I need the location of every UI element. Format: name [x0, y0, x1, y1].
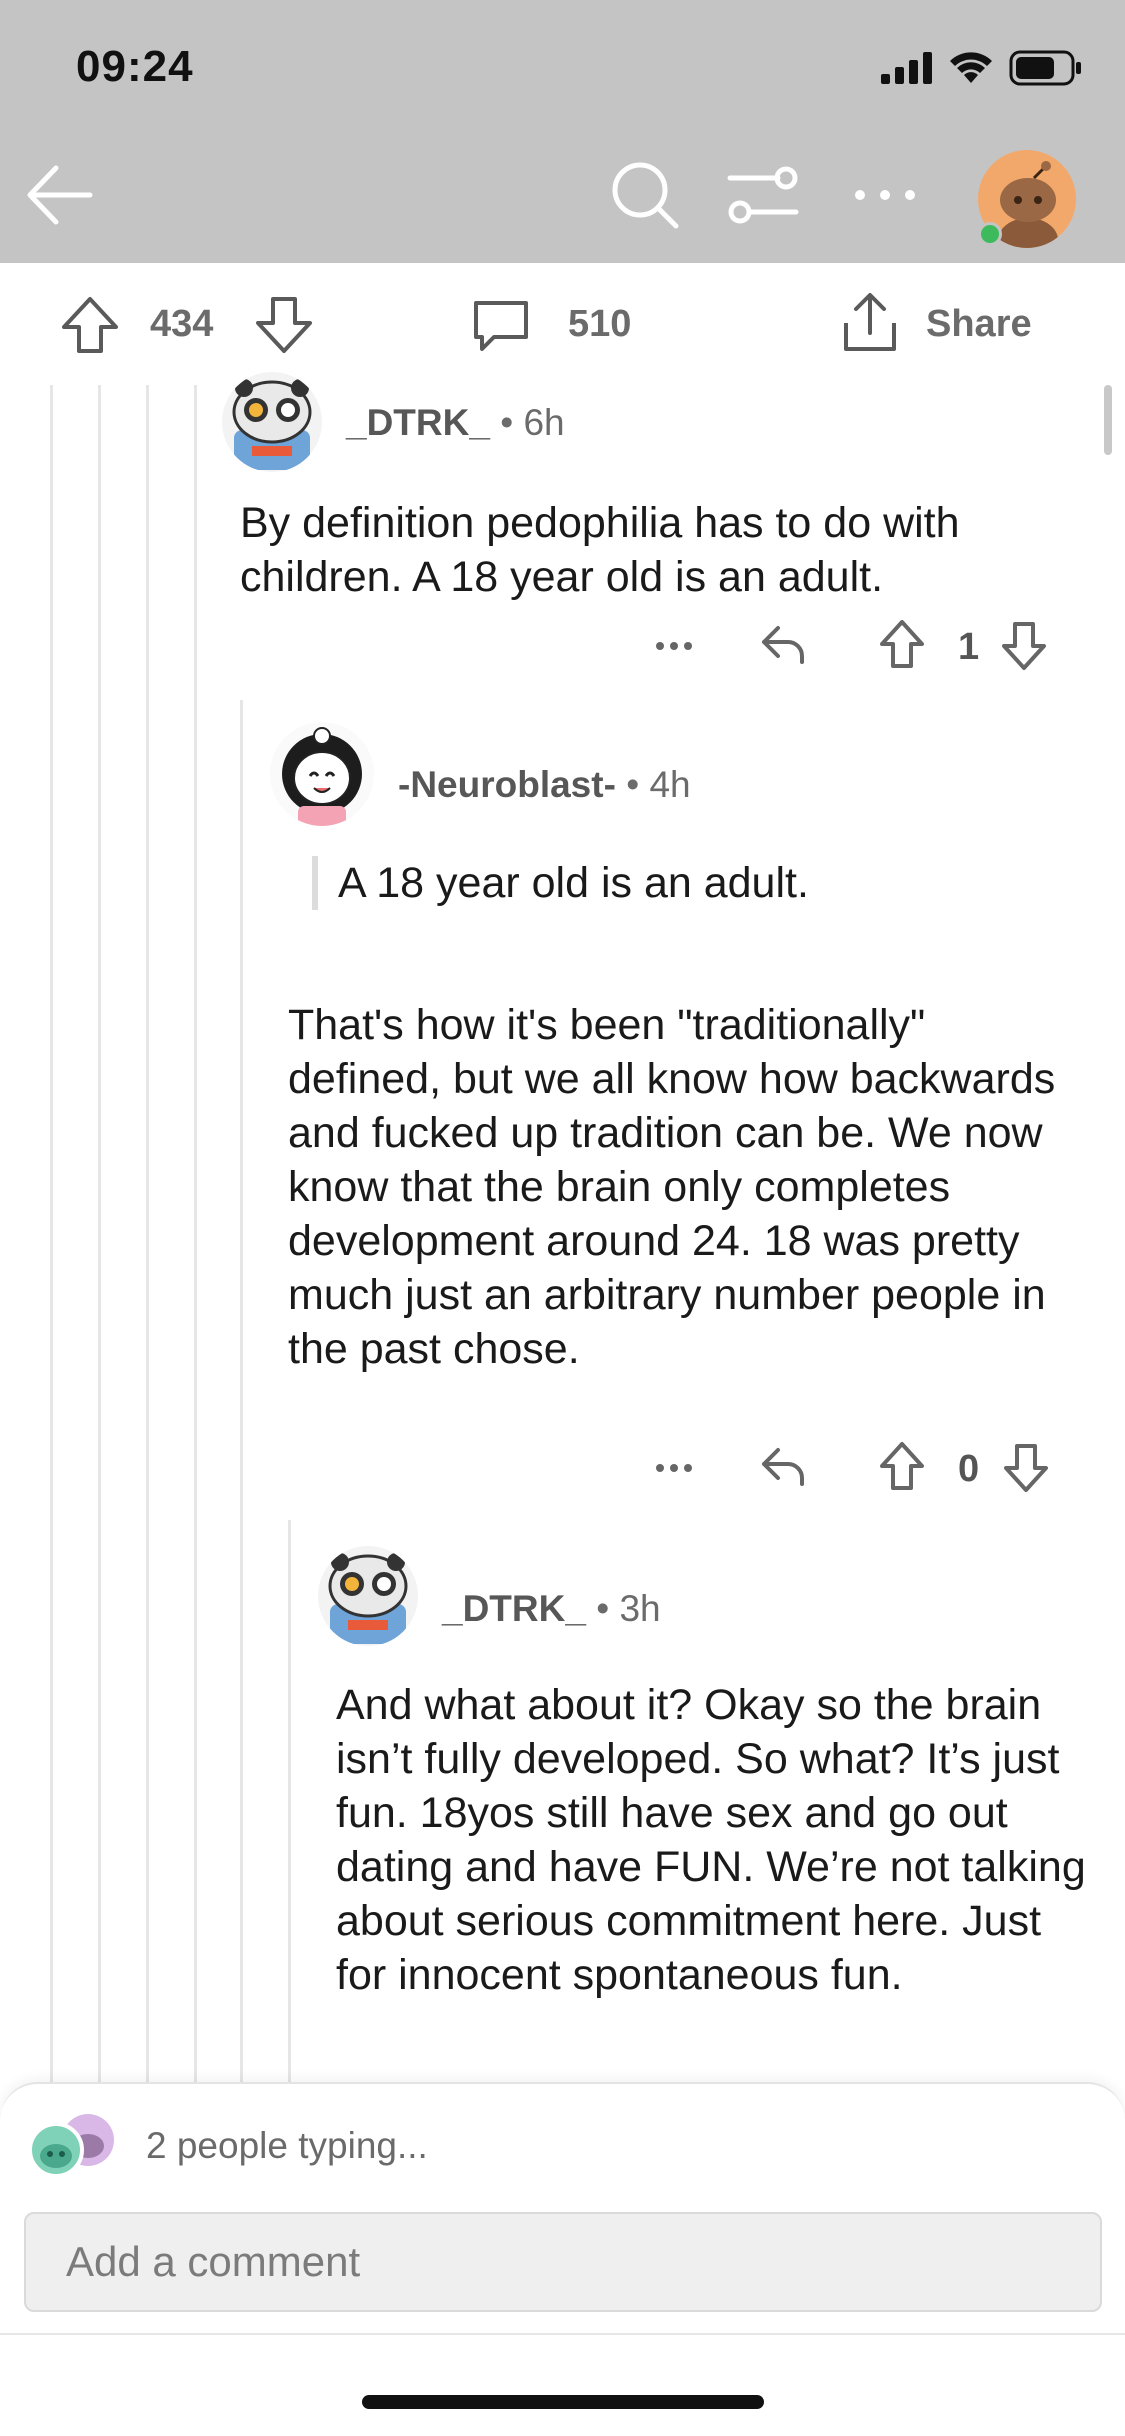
author-name[interactable]: _DTRK_: [346, 402, 490, 443]
comment-body: By definition pedophilia has to do with …: [240, 499, 960, 601]
thread-line[interactable]: [194, 385, 197, 2082]
thread-line[interactable]: [240, 700, 243, 2082]
downvote-icon[interactable]: [254, 295, 314, 355]
comment-age: 6h: [523, 402, 565, 443]
vote-count: 0: [958, 1448, 980, 1490]
more-icon[interactable]: [654, 636, 694, 656]
comment-author[interactable]: -Neuroblast- • 4h: [398, 764, 691, 806]
thread-line[interactable]: [50, 385, 53, 2082]
avatar[interactable]: [270, 722, 374, 826]
comment-age: 3h: [619, 1588, 661, 1629]
thread-line[interactable]: [146, 385, 149, 2082]
panda-avatar-icon: [328, 1553, 408, 1644]
reply-icon[interactable]: [758, 1442, 808, 1492]
back-arrow-icon[interactable]: [22, 158, 96, 232]
comment-icon[interactable]: [470, 295, 532, 355]
comment-actions: 1: [640, 616, 1080, 676]
quoted-text: A 18 year old is an adult.: [312, 856, 1072, 910]
share-button[interactable]: Share: [926, 303, 1032, 346]
typing-indicator: 2 people typing...: [146, 2125, 428, 2166]
home-indicator[interactable]: [362, 2395, 764, 2409]
avatar[interactable]: [318, 1546, 418, 1646]
more-icon[interactable]: [654, 1458, 694, 1478]
comment-actions: 0: [640, 1438, 1080, 1498]
reply-icon[interactable]: [758, 620, 808, 670]
top-navigation: [0, 0, 1125, 263]
wifi-icon: [950, 52, 992, 83]
separator-dot: •: [596, 1588, 610, 1629]
separator-dot: •: [626, 764, 640, 805]
thread-line[interactable]: [288, 1520, 291, 2082]
post-action-bar: 434 510 Share: [0, 263, 1125, 385]
downvote-icon[interactable]: [1000, 620, 1048, 672]
girl-avatar-icon: [282, 727, 362, 826]
comment-body: That's how it's been "traditionally" def…: [288, 1001, 1056, 1373]
comment-count: 510: [568, 303, 632, 345]
author-name[interactable]: -Neuroblast-: [398, 764, 616, 805]
typing-avatars: [26, 2110, 126, 2180]
thread-line[interactable]: [98, 385, 101, 2082]
upvote-icon[interactable]: [878, 618, 926, 670]
comment-author[interactable]: _DTRK_ • 3h: [442, 1588, 661, 1630]
more-icon[interactable]: [850, 175, 920, 215]
author-name[interactable]: _DTRK_: [442, 1588, 586, 1629]
add-comment-input[interactable]: Add a comment: [24, 2212, 1102, 2312]
scrollbar[interactable]: [1104, 385, 1112, 455]
online-status-badge: [978, 222, 1002, 246]
divider: [0, 2333, 1125, 2335]
signal-icon: [881, 52, 932, 84]
separator-dot: •: [500, 402, 514, 443]
comment-age: 4h: [649, 764, 691, 805]
search-icon[interactable]: [608, 158, 682, 232]
comment-author[interactable]: _DTRK_ • 6h: [346, 402, 565, 444]
share-icon[interactable]: [840, 291, 900, 355]
status-icons: [881, 50, 1083, 86]
upvote-icon[interactable]: [60, 295, 120, 355]
filter-icon[interactable]: [726, 162, 800, 228]
panda-avatar-icon: [232, 379, 312, 470]
vote-count: 1: [958, 626, 980, 668]
downvote-icon[interactable]: [1002, 1442, 1050, 1494]
avatar[interactable]: [222, 372, 322, 472]
battery-icon: [1009, 50, 1081, 86]
upvote-icon[interactable]: [878, 1440, 926, 1492]
upvote-count: 434: [150, 303, 214, 345]
status-time: 09:24: [76, 42, 194, 91]
comment-body: And what about it? Okay so the brain isn…: [336, 1681, 1086, 1999]
